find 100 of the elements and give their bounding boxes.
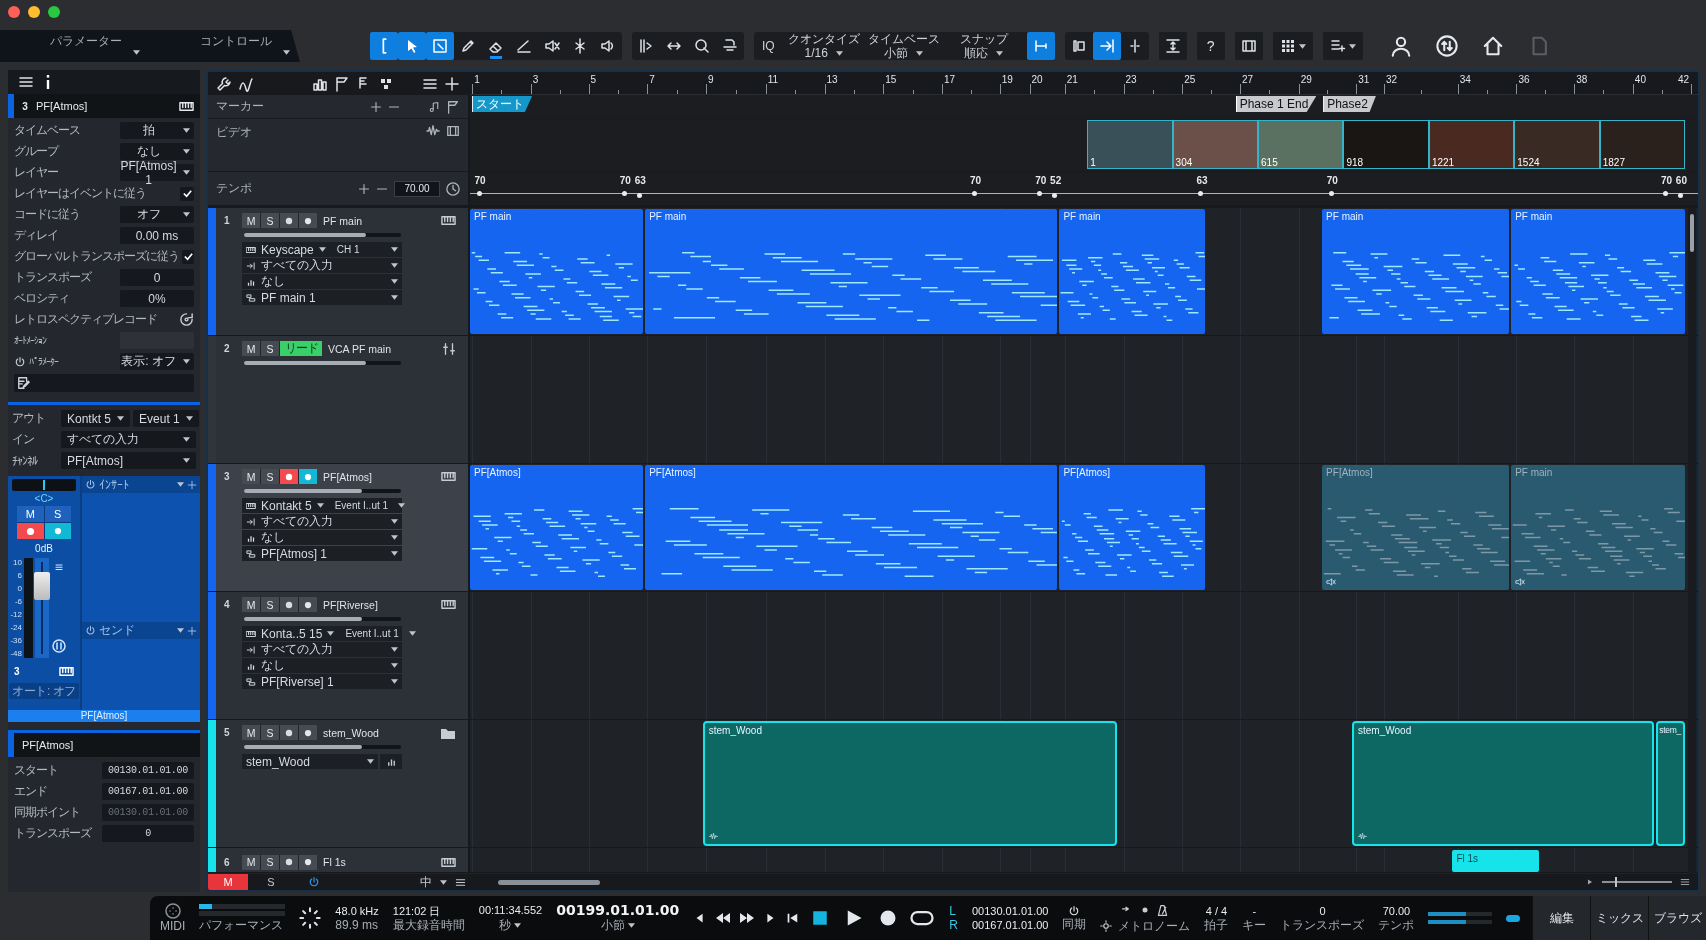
track-name[interactable]: PF[Atmos] <box>323 470 372 483</box>
mute-all-button[interactable]: M <box>208 874 248 890</box>
routing-dropdown[interactable]: すべての入力 <box>61 431 196 448</box>
audio-clip[interactable]: stem_Wood <box>702 721 1118 846</box>
property-field[interactable]: 00130.01.01.00 <box>102 762 194 779</box>
solo-all-button[interactable]: S <box>256 876 286 888</box>
quantize-selector[interactable]: スナップ 順応 <box>946 32 1021 60</box>
property-dropdown[interactable]: オフ <box>120 206 194 223</box>
track-number: 2 <box>224 343 231 354</box>
position-format-dropdown[interactable]: 小節 <box>600 916 635 934</box>
routing-dropdown[interactable]: すべての入力 <box>242 258 402 273</box>
track-header[interactable]: 6 M S Fl 1s <box>208 848 470 872</box>
track-name[interactable]: stem_Wood <box>323 726 379 739</box>
routing-dropdown[interactable]: Keyscape CH 1 <box>242 242 402 257</box>
marker-flag[interactable]: Phase2 <box>1323 96 1376 112</box>
solo-button[interactable]: S <box>261 597 279 612</box>
page-tab[interactable]: 編集 <box>1532 896 1590 940</box>
channel-number: 3 <box>14 666 20 677</box>
property-field[interactable]: 00167.01.01.00 <box>102 783 194 800</box>
audio-clip[interactable]: stem_ <box>1656 721 1686 846</box>
page-tab[interactable]: ブラウズ <box>1648 896 1706 940</box>
track-header[interactable]: 2 M S リード VCA PF main <box>208 336 470 463</box>
routing-dropdown[interactable]: Kontkt 5 <box>61 410 131 427</box>
tempo-field[interactable]: 70.00 <box>394 180 440 197</box>
solo-button[interactable]: S <box>261 854 279 870</box>
midi-clip[interactable]: PF[Atmos] <box>645 465 1058 590</box>
solo-button[interactable]: S <box>261 725 279 740</box>
mute-button[interactable]: M <box>242 597 260 612</box>
midi-clip[interactable]: PF main <box>1322 209 1509 334</box>
routing-dropdown[interactable]: すべての入力 <box>242 642 402 657</box>
routing-dropdown[interactable]: Eveut 1 <box>133 410 199 427</box>
midi-clip[interactable]: PF main <box>645 209 1058 334</box>
track-name[interactable]: PF main <box>323 214 363 227</box>
routing-dropdown[interactable]: Kontakt 5 Event I..ut 1 <box>242 498 402 513</box>
clip-dropdown[interactable]: stem_Wood <box>242 754 378 769</box>
marker-flag[interactable]: Phase 1 End <box>1235 96 1317 112</box>
routing-dropdown[interactable]: すべての入力 <box>242 514 402 529</box>
mute-button[interactable]: M <box>242 854 260 870</box>
position-display: 00199.01.01.00 <box>556 902 680 917</box>
track-name[interactable]: VCA PF main <box>328 342 392 355</box>
track-name[interactable]: Fl 1s <box>323 856 346 868</box>
clip-name: PF main <box>1063 211 1101 222</box>
iq-label: IQ <box>762 39 775 53</box>
routing-dropdown[interactable]: なし <box>242 530 402 545</box>
solo-button[interactable]: S <box>261 213 279 228</box>
time-format-dropdown[interactable]: 秒 <box>499 916 522 934</box>
property-field[interactable]: 0% <box>120 290 194 307</box>
help-button[interactable]: ? <box>1196 32 1225 60</box>
bar-number: 36 <box>1518 74 1530 85</box>
track-header[interactable]: 1 M S PF main Keyscape CH 1 すべての入力 なし PF main 1 <box>208 208 470 335</box>
solo-button[interactable]: S <box>261 469 279 484</box>
mute-button[interactable]: M <box>242 469 260 484</box>
page-tab[interactable]: ミックス <box>1590 896 1648 940</box>
track-header[interactable]: 3 M S PF[Atmos] Kontakt 5 Event I..ut 1 すべての入力 なし PF[Atmos] 1 <box>208 464 470 591</box>
bar-number: 9 <box>708 74 714 85</box>
mute-button[interactable]: M <box>242 213 260 228</box>
solo-button[interactable]: S <box>261 341 279 356</box>
midi-clip[interactable]: PF main <box>1511 465 1686 590</box>
track-header[interactable]: 5 M S stem_Wood stem_Wood <box>208 720 470 847</box>
automation-mode-button[interactable]: オート: オフ <box>9 683 79 699</box>
midi-clip[interactable]: PF[Atmos] <box>470 465 643 590</box>
track-name[interactable]: PF[Riverse] <box>323 598 378 611</box>
track-header[interactable]: 4 M S PF[Riverse] Konta..5 15 Event I..ut 1 すべての入力 なし PF[Riverse] 1 <box>208 592 470 719</box>
property-dropdown[interactable]: 拍 <box>120 122 194 139</box>
clip-name: PF[Atmos] <box>474 467 521 478</box>
panel-tab[interactable]: パラメーター <box>20 30 140 62</box>
mute-button[interactable]: M <box>242 725 260 740</box>
clip-name: PF main <box>1326 211 1364 222</box>
routing-dropdown[interactable]: PF[Atmos] <box>61 452 196 469</box>
property-dropdown[interactable]: なし <box>120 143 194 160</box>
inserts-label: ｲﾝｻｰﾄ <box>99 477 129 492</box>
midi-clip[interactable]: PF[Atmos] <box>1059 465 1205 590</box>
track-height-button[interactable]: 中 <box>342 873 432 890</box>
routing-dropdown[interactable]: PF main 1 <box>242 290 402 305</box>
clip-name: PF[Atmos] <box>649 467 696 478</box>
quantize-selector[interactable]: タイムベース 小節 <box>866 32 941 60</box>
routing-dropdown[interactable]: PF[Atmos] 1 <box>242 546 402 561</box>
midi-clip[interactable]: Fl 1s <box>1452 850 1539 872</box>
midi-clip[interactable]: PF main <box>1059 209 1205 334</box>
property-field[interactable]: 0.00 ms <box>120 227 194 244</box>
property-field[interactable]: 0 <box>102 825 194 842</box>
solo-button[interactable]: S <box>44 506 71 522</box>
routing-dropdown[interactable]: なし <box>242 274 402 289</box>
midi-clip[interactable]: PF[Atmos] <box>1322 465 1509 590</box>
lead-button[interactable]: リード <box>280 341 322 356</box>
routing-dropdown[interactable]: なし <box>242 658 402 673</box>
panel-tab[interactable]: コントロール <box>170 30 290 62</box>
midi-clip[interactable]: PF main <box>470 209 643 334</box>
time-signature: 4 / 4 <box>1205 904 1228 918</box>
mute-button[interactable]: M <box>17 506 44 522</box>
property-dropdown[interactable]: 表示: オフ <box>120 353 194 370</box>
audio-clip[interactable]: stem_Wood <box>1352 721 1655 846</box>
routing-dropdown[interactable]: PF[Riverse] 1 <box>242 674 402 689</box>
property-field[interactable]: 0 <box>120 269 194 286</box>
mute-button[interactable]: M <box>242 341 260 356</box>
quantize-selector[interactable]: クオンタイズ 1/16 <box>786 32 861 60</box>
bar-number: 27 <box>1241 74 1254 85</box>
bar-number: 34 <box>1459 74 1471 85</box>
midi-clip[interactable]: PF main <box>1511 209 1686 334</box>
property-label: グローバルトランスポーズに従う <box>14 248 179 265</box>
